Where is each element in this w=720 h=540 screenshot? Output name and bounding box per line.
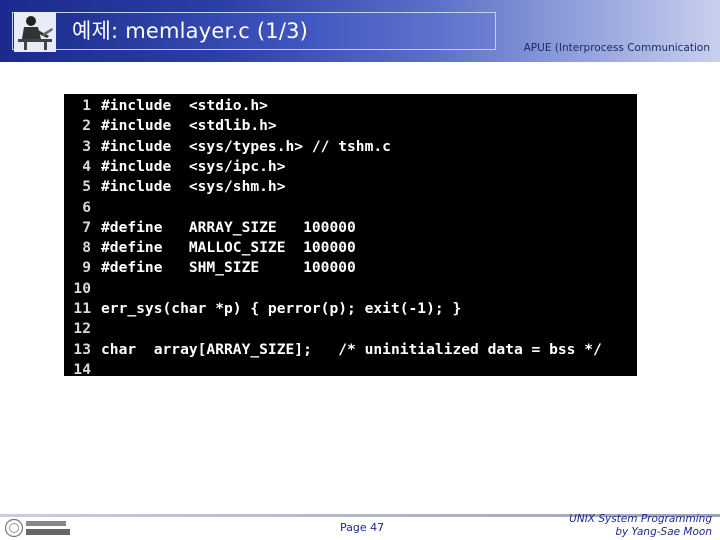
code-line: 2 #include <stdlib.h> (64, 116, 277, 136)
line-number: 10 (73, 279, 91, 297)
code-line: 5 #include <sys/shm.h> (64, 177, 286, 197)
line-number: 8 (82, 239, 91, 257)
code-text: #include <stdlib.h> (101, 117, 277, 135)
code-line: 12 (64, 319, 101, 339)
line-number: 12 (73, 320, 91, 338)
code-line: 13 char array[ARRAY_SIZE]; /* uninitializ… (64, 340, 602, 360)
code-text: #define MALLOC_SIZE 100000 (101, 239, 356, 257)
code-line: 11 err_sys(char *p) { perror(p); exit(-1)… (64, 299, 461, 319)
code-line: 6 (64, 198, 101, 218)
course-credit: UNIX System Programming by Yang-Sae Moon (542, 513, 712, 539)
code-text: #include <sys/types.h> // tshm.c (101, 137, 391, 155)
line-number: 7 (82, 218, 91, 236)
line-number: 4 (82, 157, 91, 175)
code-text: #include <sys/ipc.h> (101, 157, 286, 175)
page-title: 예제: memlayer.c (1/3) (72, 19, 309, 43)
course-title: UNIX System Programming (569, 513, 712, 525)
university-seal-icon (4, 518, 70, 538)
code-text: #include <stdio.h> (101, 97, 268, 114)
code-panel: 1 #include <stdio.h> 2 #include <stdlib.h> 3… (64, 94, 637, 378)
line-number: 11 (73, 300, 91, 317)
code-text: #include <sys/shm.h> (101, 178, 286, 196)
code-line: 10 (64, 279, 101, 299)
code-line: 14 (64, 360, 101, 380)
line-number: 3 (82, 137, 91, 155)
code-text: err_sys(char *p) { perror(p); exit(-1); … (101, 300, 462, 317)
code-line: 4 #include <sys/ipc.h> (64, 157, 286, 177)
course-author: by Yang-Sae Moon (615, 526, 712, 538)
code-line: 7 #define ARRAY_SIZE 100000 (64, 218, 356, 238)
code-line: 8 #define MALLOC_SIZE 100000 (64, 238, 356, 258)
line-number: 6 (82, 198, 91, 216)
code-line: 9 #define SHM_SIZE 100000 (64, 258, 356, 278)
code-text: char array[ARRAY_SIZE]; /* uninitialized… (101, 340, 602, 358)
code-text: #define SHM_SIZE 100000 (101, 259, 356, 277)
code-line: 3 #include <sys/types.h> // tshm.c (64, 137, 391, 157)
code-text: #define ARRAY_SIZE 100000 (101, 218, 356, 236)
line-number: 1 (82, 97, 91, 114)
header-subtitle: APUE (Interprocess Communication (523, 42, 710, 54)
person-at-desk-icon (14, 12, 56, 52)
line-number: 9 (82, 259, 91, 277)
line-number: 5 (82, 178, 91, 196)
line-number: 2 (82, 117, 91, 135)
page-number: Page 47 (340, 521, 385, 534)
code-line: 1 #include <stdio.h> (64, 96, 268, 116)
line-number: 13 (73, 340, 91, 358)
line-number: 14 (73, 360, 91, 378)
